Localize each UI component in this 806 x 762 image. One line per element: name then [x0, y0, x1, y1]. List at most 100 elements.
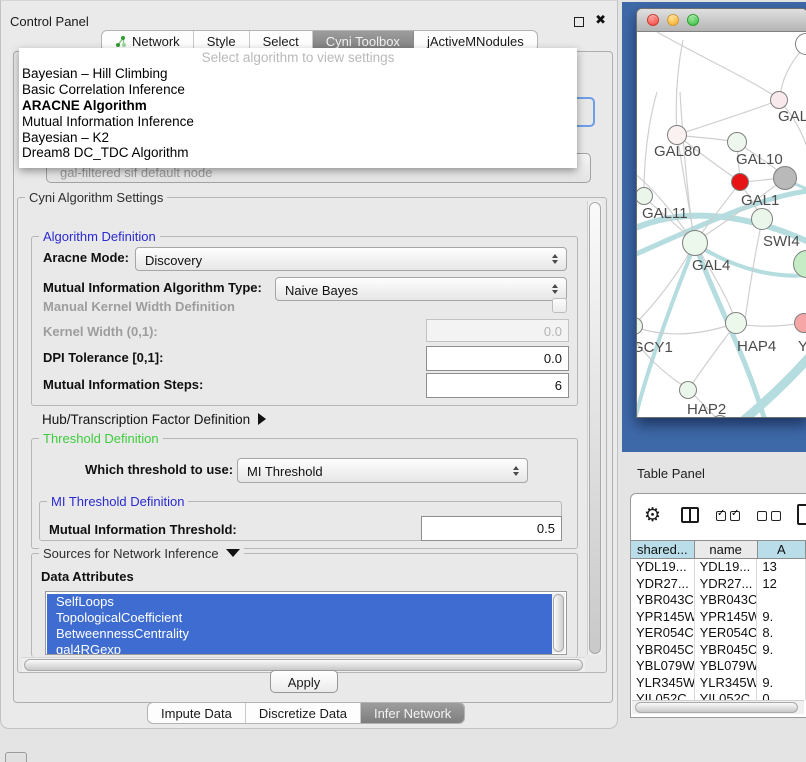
minimized-panel-icon[interactable]: [5, 752, 27, 762]
kernel-width-label: Kernel Width (0,1):: [43, 324, 158, 339]
table-row[interactable]: YDL19...YDL19...13: [631, 559, 806, 576]
table-cell: 8.: [757, 625, 806, 642]
table-cell: YIL052C: [695, 691, 758, 700]
table-row[interactable]: YBR043CYBR043C: [631, 592, 806, 609]
network-node-hap4[interactable]: [725, 312, 747, 334]
mi-algorithm-type-combobox[interactable]: Naive Bayes: [275, 277, 567, 301]
table-cell: YER054C: [695, 625, 758, 642]
table-cell: YDL19...: [695, 559, 758, 576]
network-node-gal80[interactable]: [667, 125, 687, 145]
dpi-tolerance-field[interactable]: 0.0: [426, 346, 569, 371]
node-label-gal11: GAL11: [642, 205, 688, 222]
network-canvas[interactable]: GALGAL80GAL10GAL1GAL11SWI4GAL4GCY1HAP4YH…: [637, 32, 806, 418]
gear-icon[interactable]: ⚙: [644, 504, 661, 527]
columns-icon[interactable]: [681, 507, 699, 523]
file-icon[interactable]: [797, 504, 806, 525]
mac-zoom-button[interactable]: [687, 14, 699, 26]
table-row[interactable]: YER054CYER054C8.: [631, 625, 806, 642]
settings-vertical-scrollbar[interactable]: [587, 201, 602, 655]
algorithm-dropdown-items: Bayesian – Hill ClimbingBasic Correlatio…: [19, 66, 577, 161]
table-cell: YIL052C: [631, 691, 695, 700]
algorithm-option-bayesian-hill-climbing[interactable]: Bayesian – Hill Climbing: [19, 66, 577, 82]
mi-threshold-definition-title: MI Threshold Definition: [47, 494, 188, 509]
table-row[interactable]: YPR145WYPR145W9.: [631, 609, 806, 626]
table-cell: YPR145W: [695, 609, 758, 626]
network-node-gal4[interactable]: [682, 230, 708, 256]
column-header-a[interactable]: A: [758, 541, 806, 558]
checked-checkbox-icon-2[interactable]: [730, 511, 740, 521]
float-window-icon[interactable]: [574, 17, 584, 27]
tab-label: Infer Network: [374, 706, 451, 721]
aracne-mode-combobox[interactable]: Discovery: [135, 247, 567, 271]
dpi-tolerance-label: DPI Tolerance [0,1]:: [43, 350, 163, 365]
table-cell: 9.: [757, 609, 806, 626]
stepper-icon: [513, 466, 519, 476]
tab-impute-data[interactable]: Impute Data: [148, 703, 246, 723]
unchecked-checkbox-icon-2[interactable]: [771, 511, 781, 521]
aracne-mode-label: Aracne Mode:: [43, 250, 129, 265]
algorithm-dropdown-popup: Select algorithm to view settings Bayesi…: [19, 48, 577, 168]
tab-discretize-data[interactable]: Discretize Data: [246, 703, 361, 723]
mac-minimize-button[interactable]: [667, 14, 679, 26]
mi-algorithm-type-value: Naive Bayes: [285, 283, 358, 298]
application-root: Control Panel ✖ NetworkStyleSelectCyni T…: [0, 0, 806, 762]
algorithm-option-bayesian-k2[interactable]: Bayesian – K2: [19, 130, 577, 146]
kernel-width-field[interactable]: 0.0: [426, 319, 569, 342]
data-attributes-list[interactable]: SelfLoopsTopologicalCoefficientBetweenne…: [45, 591, 567, 655]
apply-button[interactable]: Apply: [270, 670, 338, 693]
tab-infer-network[interactable]: Infer Network: [361, 703, 464, 723]
table-cell: YLR345W: [695, 675, 758, 692]
network-window-titlebar[interactable]: [637, 9, 806, 32]
which-threshold-combobox[interactable]: MI Threshold: [237, 458, 528, 483]
node-label-gcy1: GCY1: [637, 339, 673, 356]
table-panel-title: Table Panel: [637, 466, 705, 481]
table-horizontal-scrollbar[interactable]: [632, 700, 804, 714]
unchecked-checkbox-icon-1[interactable]: [757, 511, 767, 521]
attributes-scrollbar[interactable]: [552, 593, 565, 653]
table-cell: 13: [757, 559, 806, 576]
network-node-gal10[interactable]: [727, 132, 747, 152]
stepper-icon: [552, 284, 558, 294]
which-threshold-label: Which threshold to use:: [85, 462, 233, 477]
algorithm-option-basic-correlation-inference[interactable]: Basic Correlation Inference: [19, 82, 577, 98]
expanded-arrow-icon: [226, 549, 240, 557]
attribute-item-betweennesscentrality[interactable]: BetweennessCentrality: [47, 626, 552, 642]
hub-definition-toggle[interactable]: Hub/Transcription Factor Definition: [42, 412, 266, 427]
checked-checkbox-icon-1[interactable]: [716, 511, 726, 521]
network-node-gal1[interactable]: [731, 173, 749, 191]
algorithm-option-dream8-dc-tdc-algorithm[interactable]: Dream8 DC_TDC Algorithm: [19, 145, 577, 161]
mac-close-button[interactable]: [647, 14, 659, 26]
network-node[interactable]: [773, 166, 797, 190]
algorithm-option-aracne-algorithm[interactable]: ARACNE Algorithm: [19, 98, 577, 114]
attribute-item-selfloops[interactable]: SelfLoops: [47, 594, 552, 610]
table-cell: YBR045C: [695, 642, 758, 659]
network-node-swi4[interactable]: [751, 208, 773, 230]
attribute-item-gal4rgexp[interactable]: gal4RGexp: [47, 642, 552, 655]
cyni-algorithm-settings-title: Cyni Algorithm Settings: [25, 190, 167, 205]
network-node-hap2[interactable]: [679, 381, 697, 399]
close-icon[interactable]: ✖: [595, 12, 606, 28]
tab-label: Cyni Toolbox: [326, 34, 400, 49]
table-header-row: shared...nameA: [631, 540, 806, 559]
node-label-gal80: GAL80: [654, 143, 701, 160]
column-header-shared-[interactable]: shared...: [631, 541, 695, 558]
table-row[interactable]: YBL079WYBL079W: [631, 658, 806, 675]
table-row[interactable]: YLR345WYLR345W9.: [631, 675, 806, 692]
node-table: shared...nameA YDL19...YDL19...13YDR27..…: [631, 540, 806, 700]
tab-label: jActiveMNodules: [427, 34, 524, 49]
mi-threshold-field[interactable]: 0.5: [421, 516, 562, 541]
mi-algorithm-type-label: Mutual Information Algorithm Type:: [43, 280, 262, 295]
table-row[interactable]: YBR045CYBR045C9.: [631, 642, 806, 659]
window-title: Control Panel: [10, 14, 89, 29]
node-label-swi4: SWI4: [763, 233, 800, 250]
manual-kernel-width-checkbox[interactable]: [552, 298, 567, 313]
table-cell: 9.: [757, 642, 806, 659]
column-header-name[interactable]: name: [695, 541, 758, 558]
network-node-gal[interactable]: [770, 91, 788, 109]
algorithm-option-mutual-information-inference[interactable]: Mutual Information Inference: [19, 114, 577, 130]
node-label-gal4: GAL4: [692, 257, 730, 274]
mi-steps-field[interactable]: 6: [426, 373, 569, 398]
attribute-item-topologicalcoefficient[interactable]: TopologicalCoefficient: [47, 610, 552, 626]
table-row[interactable]: YDR27...YDR27...12: [631, 576, 806, 593]
table-row[interactable]: YIL052CYIL052C0.: [631, 691, 806, 700]
